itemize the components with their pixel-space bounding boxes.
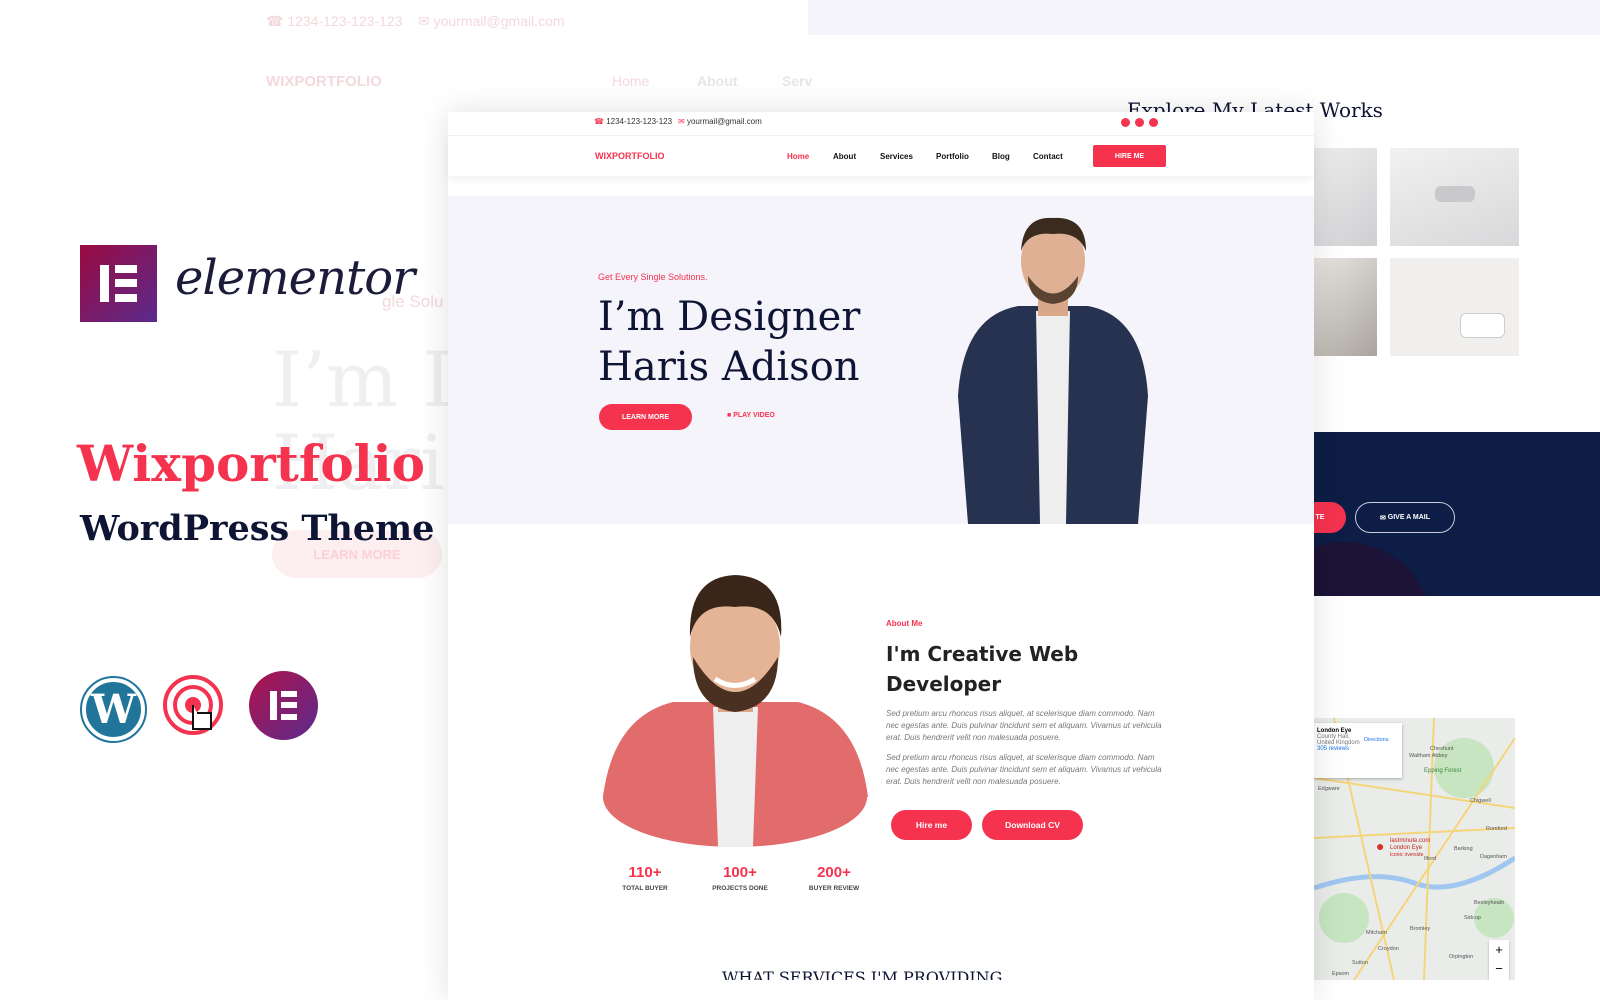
map-label: Bromley — [1410, 926, 1431, 932]
hero-section: Get Every Single Solutions. I’m Designer… — [448, 196, 1314, 524]
map-label: Sutton — [1352, 960, 1368, 966]
nav-services[interactable]: Services — [880, 152, 913, 161]
bg-phone: ☎ 1234-123-123-123 — [266, 13, 403, 29]
map-label: Chigwell — [1470, 798, 1491, 804]
navbar: WIXPORTFOLIO Home About Services Portfol… — [448, 135, 1314, 176]
map-label: Bexleyheath — [1474, 900, 1505, 906]
nav-contact[interactable]: Contact — [1033, 152, 1063, 161]
stat-projects-done: 100+ PROJECTS DONE — [712, 864, 768, 892]
phone-icon: ☎ — [594, 117, 604, 126]
promo-subtitle: WordPress Theme — [80, 508, 435, 549]
nav-home[interactable]: Home — [787, 152, 809, 161]
give-mail-button[interactable]: ✉ GIVE A MAIL — [1355, 502, 1455, 533]
designer-photo — [958, 217, 1148, 524]
download-cv-button[interactable]: Download CV — [982, 810, 1083, 840]
directions-link[interactable]: Directions — [1364, 737, 1388, 743]
work-image-interior[interactable] — [1390, 258, 1519, 356]
map-label: Romford — [1486, 826, 1508, 832]
map-label: Epping Forest — [1424, 768, 1462, 774]
about-paragraph-1: Sed pretium arcu rhoncus risus aliquet, … — [886, 709, 1162, 742]
map-zoom-controls[interactable]: + − — [1489, 940, 1509, 980]
work-image-phone[interactable] — [1314, 148, 1377, 246]
website-mockup: ☎ 1234-123-123-123 ✉ yourmail@gmail.com … — [448, 112, 1314, 1000]
hire-me-button[interactable]: Hire me — [891, 810, 972, 840]
map[interactable]: London Eye County Hall, United Kingdom 305 … — [1314, 718, 1515, 980]
work-image-box[interactable] — [1390, 148, 1519, 246]
bg-nav-home: Home — [612, 73, 650, 89]
video-icon: ■ — [727, 412, 732, 419]
map-label: Barking — [1454, 846, 1473, 852]
promo-title: Wixportfolio — [77, 434, 426, 493]
about-label: About Me — [886, 619, 923, 628]
stat-buyer-review: 200+ BUYER REVIEW — [808, 864, 860, 892]
services-title: WHAT SERVICES I'M PROVIDING — [722, 968, 1003, 980]
map-place-card: London Eye County Hall, United Kingdom 305 … — [1314, 723, 1402, 778]
developer-photo — [603, 575, 868, 847]
nav-brand[interactable]: WIXPORTFOLIO — [595, 151, 665, 161]
nav-portfolio[interactable]: Portfolio — [936, 152, 969, 161]
map-label: Epsom — [1332, 971, 1350, 977]
learn-more-button[interactable]: LEARN MORE — [599, 404, 692, 430]
youtube-icon[interactable] — [1149, 118, 1158, 127]
map-label: Dagenham — [1480, 854, 1507, 860]
map-label: Mitcham — [1366, 930, 1387, 936]
nav-about[interactable]: About — [833, 152, 856, 161]
bg-nav-serv: Serv — [782, 73, 813, 89]
bg-nav-about: About — [697, 73, 738, 89]
about-title: I'm Creative Web Developer — [886, 642, 1079, 696]
work-image-chair[interactable] — [1314, 258, 1377, 356]
twitter-icon[interactable] — [1135, 118, 1144, 127]
touch-icon — [163, 675, 223, 735]
hero-tagline: Get Every Single Solutions. — [598, 272, 708, 282]
map-label: Waltham Abbey — [1409, 753, 1448, 759]
topbar-email: ✉ yourmail@gmail.com — [678, 117, 762, 126]
bg-brand: WIXPORTFOLIO — [266, 73, 382, 90]
nav-blog[interactable]: Blog — [992, 152, 1010, 161]
map-pin-icon[interactable]: ● — [1376, 838, 1384, 854]
hire-me-nav-button[interactable]: HIRE ME — [1093, 145, 1166, 167]
bg-email: ✉ yourmail@gmail.com — [418, 13, 565, 29]
topbar-phone: ☎ 1234-123-123-123 — [594, 117, 673, 126]
wordpress-icon: W — [80, 676, 147, 743]
mail-icon: ✉ — [678, 117, 685, 126]
instagram-icon[interactable] — [1121, 118, 1130, 127]
play-video-button[interactable]: ■ PLAY VIDEO — [727, 412, 775, 419]
contact-banner: TE ✉ GIVE A MAIL — [1314, 432, 1600, 596]
bg-topstrip — [808, 0, 1600, 35]
hero-headline: I’m Designer Haris Adison — [598, 294, 861, 390]
map-label: Cheshunt — [1430, 746, 1454, 752]
map-label: Orpington — [1449, 954, 1474, 960]
map-label: Croydon — [1378, 946, 1399, 952]
map-label: Ilford — [1424, 856, 1437, 862]
elementor-icon — [249, 671, 318, 740]
elementor-logo-text: elementor — [175, 250, 415, 306]
mail-icon: ✉ — [1379, 514, 1388, 522]
stat-total-buyer: 110+ TOTAL BUYER — [622, 864, 668, 892]
elementor-logo-icon — [80, 245, 157, 322]
map-label: Edgware — [1318, 786, 1340, 792]
map-label: Sidcup — [1464, 915, 1481, 921]
banner-cta-button[interactable]: TE — [1314, 502, 1346, 533]
about-paragraph-2: Sed pretium arcu rhoncus risus aliquet, … — [886, 753, 1162, 786]
